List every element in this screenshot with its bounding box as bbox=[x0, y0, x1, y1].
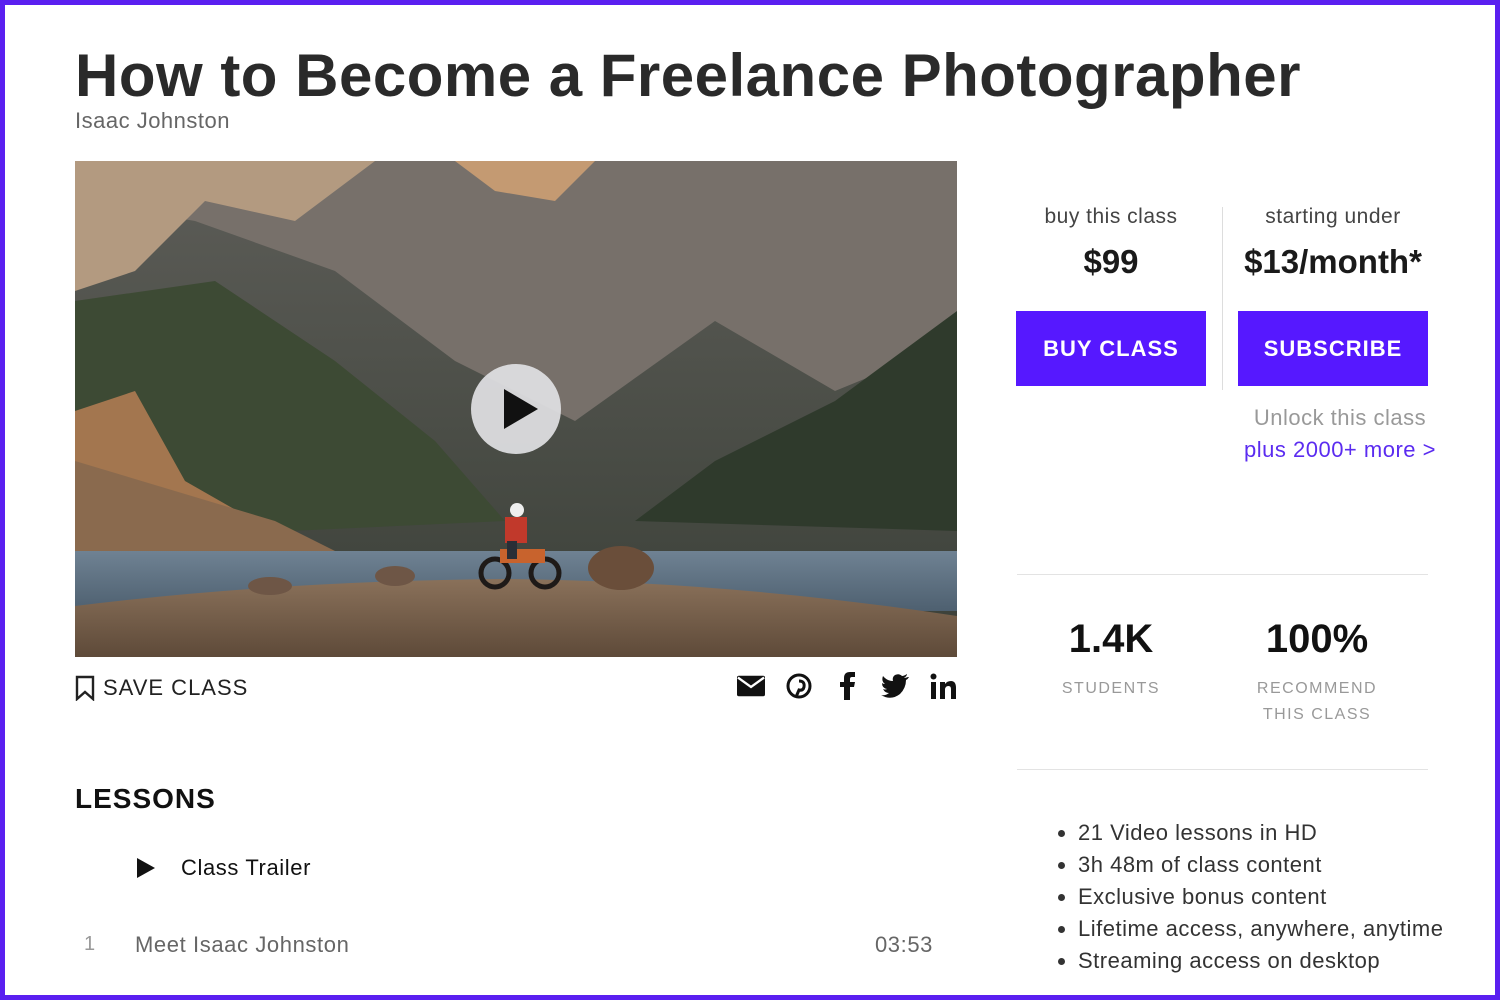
unlock-text: Unlock this class bbox=[1253, 405, 1427, 430]
class-trailer-item[interactable]: Class Trailer bbox=[137, 855, 311, 881]
envelope-icon[interactable] bbox=[737, 672, 765, 700]
buy-option: buy this class $99 BUY CLASS bbox=[1006, 205, 1216, 386]
save-class-button[interactable]: SAVE CLASS bbox=[75, 675, 248, 701]
linkedin-icon[interactable] bbox=[929, 672, 957, 700]
buy-class-button[interactable]: BUY CLASS bbox=[1016, 311, 1206, 386]
subscribe-price: $13/month* bbox=[1244, 243, 1422, 280]
page: How to Become a Freelance Photographer I… bbox=[5, 5, 1495, 995]
play-triangle-icon bbox=[137, 858, 155, 878]
page-title: How to Become a Freelance Photographer bbox=[75, 42, 1301, 109]
recommend-label-line1: RECOMMEND bbox=[1256, 680, 1378, 697]
unlock-note: Unlock this class plus 2000+ more > bbox=[1200, 405, 1480, 463]
share-icons bbox=[737, 672, 957, 700]
students-stat: 1.4K STUDENTS bbox=[1011, 617, 1211, 702]
recommend-label: RECOMMEND THIS CLASS bbox=[1217, 676, 1417, 728]
buy-label: buy this class bbox=[1044, 205, 1178, 228]
lesson-title: Meet Isaac Johnston bbox=[135, 932, 350, 957]
buy-price: $99 bbox=[1083, 243, 1139, 280]
play-button[interactable] bbox=[471, 364, 561, 454]
divider bbox=[1017, 574, 1428, 575]
class-trailer-label: Class Trailer bbox=[181, 855, 312, 880]
facebook-icon[interactable] bbox=[833, 672, 861, 700]
unlock-more-link[interactable]: plus 2000+ more > bbox=[1200, 437, 1480, 463]
feature-item: 3h 48m of class content bbox=[1078, 849, 1458, 881]
author-name: Isaac Johnston bbox=[75, 108, 230, 133]
subscribe-option: starting under $13/month* SUBSCRIBE bbox=[1228, 205, 1438, 386]
feature-item: Lifetime access, anywhere, anytime bbox=[1078, 913, 1458, 945]
subscribe-button[interactable]: SUBSCRIBE bbox=[1238, 311, 1428, 386]
lesson-number: 1 bbox=[84, 933, 96, 955]
recommend-stat: 100% RECOMMEND THIS CLASS bbox=[1217, 617, 1417, 728]
purchase-divider bbox=[1222, 207, 1223, 390]
pinterest-icon[interactable] bbox=[785, 672, 813, 700]
save-class-label: SAVE CLASS bbox=[103, 675, 249, 700]
bookmark-icon bbox=[75, 675, 95, 701]
video-player[interactable] bbox=[75, 161, 957, 657]
recommend-label-line2: THIS CLASS bbox=[1262, 706, 1372, 723]
lesson-duration: 03:53 bbox=[874, 932, 933, 957]
feature-item: Exclusive bonus content bbox=[1078, 881, 1458, 913]
students-count: 1.4K bbox=[1068, 617, 1154, 661]
recommend-percent: 100% bbox=[1265, 617, 1369, 661]
feature-item: 21 Video lessons in HD bbox=[1078, 817, 1458, 849]
feature-item: Streaming access on desktop bbox=[1078, 945, 1458, 977]
students-label: STUDENTS bbox=[1061, 680, 1161, 697]
feature-list: 21 Video lessons in HD 3h 48m of class c… bbox=[1050, 817, 1458, 977]
lesson-row[interactable]: 1 Meet Isaac Johnston 03:53 bbox=[75, 930, 935, 964]
subscribe-label: starting under bbox=[1265, 205, 1401, 228]
twitter-icon[interactable] bbox=[881, 672, 909, 700]
lessons-heading: LESSONS bbox=[75, 783, 216, 814]
divider bbox=[1017, 769, 1428, 770]
